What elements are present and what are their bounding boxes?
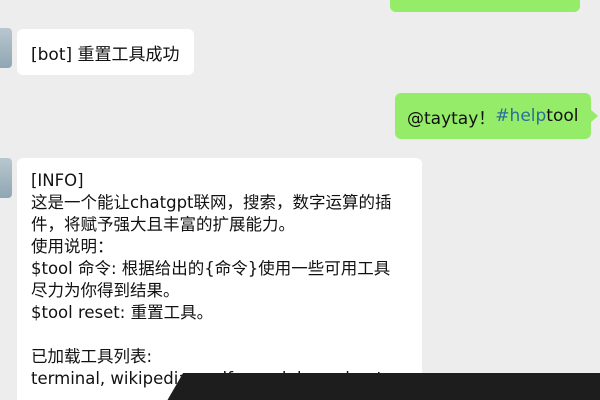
- command-text: tool: [546, 106, 579, 126]
- info-line: $tool 命令: 根据给出的{命令}使用一些可用工具: [31, 259, 391, 278]
- bot-reset-message[interactable]: [bot] 重置工具成功: [17, 29, 194, 75]
- chat-area: [bot] 重置工具成功 @taytay！ #help tool [INFO] …: [0, 0, 600, 400]
- user-message-bubble-previous[interactable]: [390, 0, 580, 12]
- mention-text: @taytay！: [407, 108, 496, 129]
- info-line: 件，将赋予强大且丰富的扩展能力。: [31, 215, 295, 234]
- info-gap: [31, 324, 408, 346]
- info-line: [INFO]: [31, 171, 84, 190]
- info-line: 这是一个能让chatgpt联网，搜索，数字运算的插: [31, 193, 392, 212]
- hashtag-help[interactable]: #help: [495, 106, 546, 126]
- bot-info-message[interactable]: [INFO] 这是一个能让chatgpt联网，搜索，数字运算的插 件，将赋予强大…: [17, 158, 422, 400]
- bot-reset-text: [bot] 重置工具成功: [31, 44, 180, 65]
- info-line: 已加载工具列表:: [31, 347, 153, 366]
- info-line: $tool reset: 重置工具。: [31, 303, 214, 322]
- info-line: 使用说明：: [31, 237, 114, 256]
- dark-overlay-shape: [160, 373, 600, 400]
- bot-avatar[interactable]: [0, 28, 12, 68]
- info-line: 尽力为你得到结果。: [31, 281, 180, 300]
- user-command-message[interactable]: @taytay！ #help tool: [395, 93, 597, 139]
- bot-avatar-2[interactable]: [0, 158, 12, 198]
